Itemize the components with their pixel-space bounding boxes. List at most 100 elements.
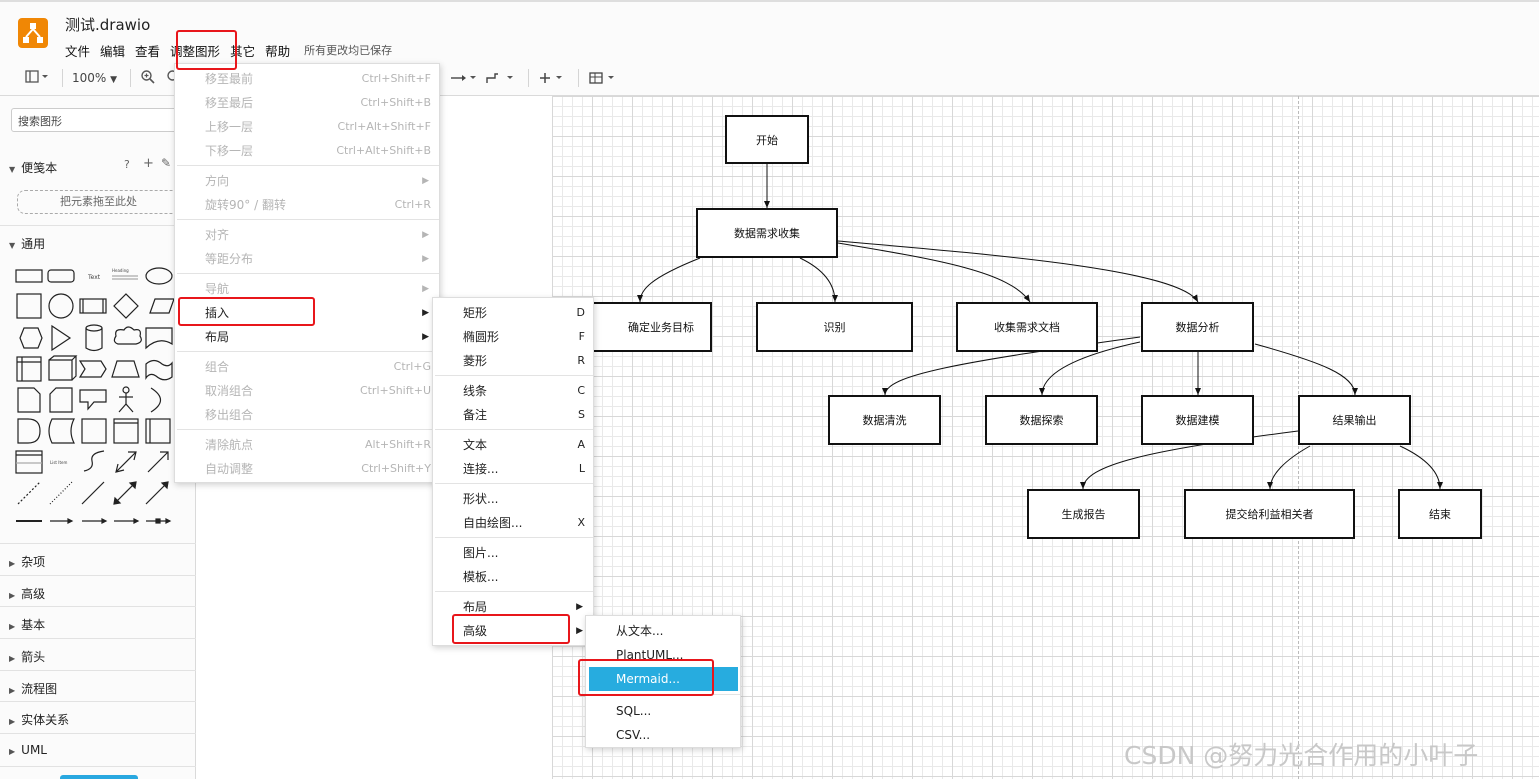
menu-item-label: 椭圆形	[463, 330, 500, 344]
menu-item-label: 形状...	[463, 492, 499, 506]
menu-item-label: 线条	[463, 384, 488, 398]
menu-item-label: 布局	[205, 330, 230, 344]
menu-item-line[interactable]: 线条 C	[433, 379, 593, 403]
menu-item-send-backward[interactable]: 下移一层 Ctrl+Alt+Shift+B	[175, 139, 439, 163]
menu-item-label: 移至最前	[205, 72, 254, 86]
menu-item-shortcut: Ctrl+R	[394, 198, 431, 211]
menu-item-label: 旋转90° / 翻转	[205, 198, 286, 212]
menu-item-autosize[interactable]: 自动调整 Ctrl+Shift+Y	[175, 457, 439, 481]
menu-item-shortcut: Alt+Shift+R	[365, 438, 431, 451]
menu-item-label: 模板...	[463, 570, 499, 584]
node-docs[interactable]: 收集需求文档	[956, 302, 1098, 352]
menu-item-to-back[interactable]: 移至最后 Ctrl+Shift+B	[175, 91, 439, 115]
menu-item-label: 移至最后	[205, 96, 254, 110]
menu-item-rotate[interactable]: 旋转90° / 翻转 Ctrl+R	[175, 193, 439, 217]
menu-item-shortcut: C	[577, 384, 585, 397]
submenu-arrow-icon: ▶	[422, 254, 429, 264]
node-report[interactable]: 生成报告	[1027, 489, 1140, 539]
menu-item-label: 下移一层	[205, 144, 254, 158]
submenu-arrow-icon: ▶	[422, 308, 429, 318]
menu-item-label: 对齐	[205, 228, 230, 242]
menu-item-note[interactable]: 备注 S	[433, 403, 593, 427]
node-analysis[interactable]: 数据分析	[1141, 302, 1254, 352]
menu-item-label: 等距分布	[205, 252, 254, 266]
menu-item-label: 菱形	[463, 354, 488, 368]
edge-collect-goal	[637, 257, 701, 303]
menu-item-from-text[interactable]: 从文本...	[586, 619, 740, 643]
node-submit[interactable]: 提交给利益相关者	[1184, 489, 1355, 539]
submenu-arrow-icon: ▶	[422, 284, 429, 294]
menu-item-shortcut: Ctrl+G	[393, 360, 431, 373]
menu-item-shortcut: Ctrl+Shift+U	[359, 384, 431, 397]
menu-item-shapes[interactable]: 形状...	[433, 487, 593, 511]
menu-item-shortcut: S	[578, 408, 585, 421]
submenu-arrow-icon: ▶	[422, 230, 429, 240]
edge-output-end	[1399, 445, 1443, 490]
menu-item-label: 上移一层	[205, 120, 254, 134]
menu-item-remove-from-group[interactable]: 移出组合	[175, 403, 439, 427]
edge-collect-identify	[799, 257, 838, 303]
menu-item-bring-forward[interactable]: 上移一层 Ctrl+Alt+Shift+F	[175, 115, 439, 139]
insert-submenu: 矩形 D 椭圆形 F 菱形 R 线条 C 备注 S 文本 A 连接... L 形状... 自由…	[432, 297, 594, 646]
menu-item-shortcut: Ctrl+Shift+Y	[361, 462, 431, 475]
node-end[interactable]: 结束	[1398, 489, 1482, 539]
menu-item-shortcut: L	[578, 462, 585, 475]
menu-item-label: 连接...	[463, 462, 499, 476]
node-clean[interactable]: 数据清洗	[828, 395, 941, 445]
submenu-arrow-icon: ▶	[576, 602, 583, 612]
csdn-watermark: CSDN @努力光合作用的小叶子	[1124, 741, 1479, 770]
annotation-box-arrange	[176, 30, 237, 70]
annotation-box-advanced	[452, 614, 570, 644]
menu-item-ungroup[interactable]: 取消组合 Ctrl+Shift+U	[175, 379, 439, 403]
menu-item-text[interactable]: 文本 A	[433, 433, 593, 457]
menu-item-shortcut: A	[577, 438, 585, 451]
node-model[interactable]: 数据建模	[1141, 395, 1254, 445]
menu-item-shortcut: Ctrl+Alt+Shift+F	[337, 120, 431, 133]
menu-item-distribute[interactable]: 等距分布 ▶	[175, 247, 439, 271]
menu-item-to-front[interactable]: 移至最前 Ctrl+Shift+F	[175, 67, 439, 91]
menu-item-ellipse[interactable]: 椭圆形 F	[433, 325, 593, 349]
node-collect[interactable]: 数据需求收集	[696, 208, 838, 258]
menu-item-shortcut: Ctrl+Alt+Shift+B	[336, 144, 431, 157]
drawio-app: 测试.drawio 文件 编辑 查看 调整图形 其它 帮助 所有更改均已保存 1…	[0, 0, 1539, 779]
menu-item-label: SQL...	[616, 704, 652, 718]
menu-item-group[interactable]: 组合 Ctrl+G	[175, 355, 439, 379]
menu-item-label: 布局	[463, 600, 488, 614]
menu-item-csv[interactable]: CSV...	[586, 723, 740, 747]
menu-item-label: 自动调整	[205, 462, 254, 476]
menu-item-layout[interactable]: 布局 ▶	[175, 325, 439, 349]
menu-item-shortcut: F	[578, 330, 585, 343]
menu-item-label: 文本	[463, 438, 488, 452]
menu-item-direction[interactable]: 方向 ▶	[175, 169, 439, 193]
menu-item-label: 备注	[463, 408, 488, 422]
menu-item-shortcut: Ctrl+Shift+B	[360, 96, 431, 109]
menu-item-label: 从文本...	[616, 624, 664, 638]
menu-item-image[interactable]: 图片...	[433, 541, 593, 565]
menu-item-label: 移出组合	[205, 408, 254, 422]
edge-analysis-output	[1254, 343, 1358, 396]
edge-collect-analysis	[837, 240, 1199, 303]
arrange-menu: 移至最前 Ctrl+Shift+F 移至最后 Ctrl+Shift+B 上移一层 Ct…	[174, 63, 440, 483]
menu-item-label: 清除航点	[205, 438, 254, 452]
menu-item-align[interactable]: 对齐 ▶	[175, 223, 439, 247]
menu-item-shortcut: R	[577, 354, 585, 367]
menu-item-freehand[interactable]: 自由绘图... X	[433, 511, 593, 535]
annotation-box-mermaid	[578, 659, 714, 696]
edge-collect-docs	[837, 242, 1031, 303]
node-explore[interactable]: 数据探索	[985, 395, 1098, 445]
menu-item-label: 方向	[205, 174, 230, 188]
menu-item-link[interactable]: 连接... L	[433, 457, 593, 481]
submenu-arrow-icon: ▶	[576, 626, 583, 636]
node-identify[interactable]: 识别	[756, 302, 913, 352]
node-output[interactable]: 结果输出	[1298, 395, 1411, 445]
menu-item-rectangle[interactable]: 矩形 D	[433, 301, 593, 325]
node-start[interactable]: 开始	[725, 115, 809, 164]
menu-item-shortcut: D	[576, 306, 585, 319]
menu-item-sql[interactable]: SQL...	[586, 699, 740, 723]
menu-item-clear-waypoints[interactable]: 清除航点 Alt+Shift+R	[175, 433, 439, 457]
menu-item-label: 自由绘图...	[463, 516, 523, 530]
menu-item-label: 图片...	[463, 546, 499, 560]
menu-item-label: 矩形	[463, 306, 488, 320]
menu-item-rhombus[interactable]: 菱形 R	[433, 349, 593, 373]
menu-item-template[interactable]: 模板...	[433, 565, 593, 589]
